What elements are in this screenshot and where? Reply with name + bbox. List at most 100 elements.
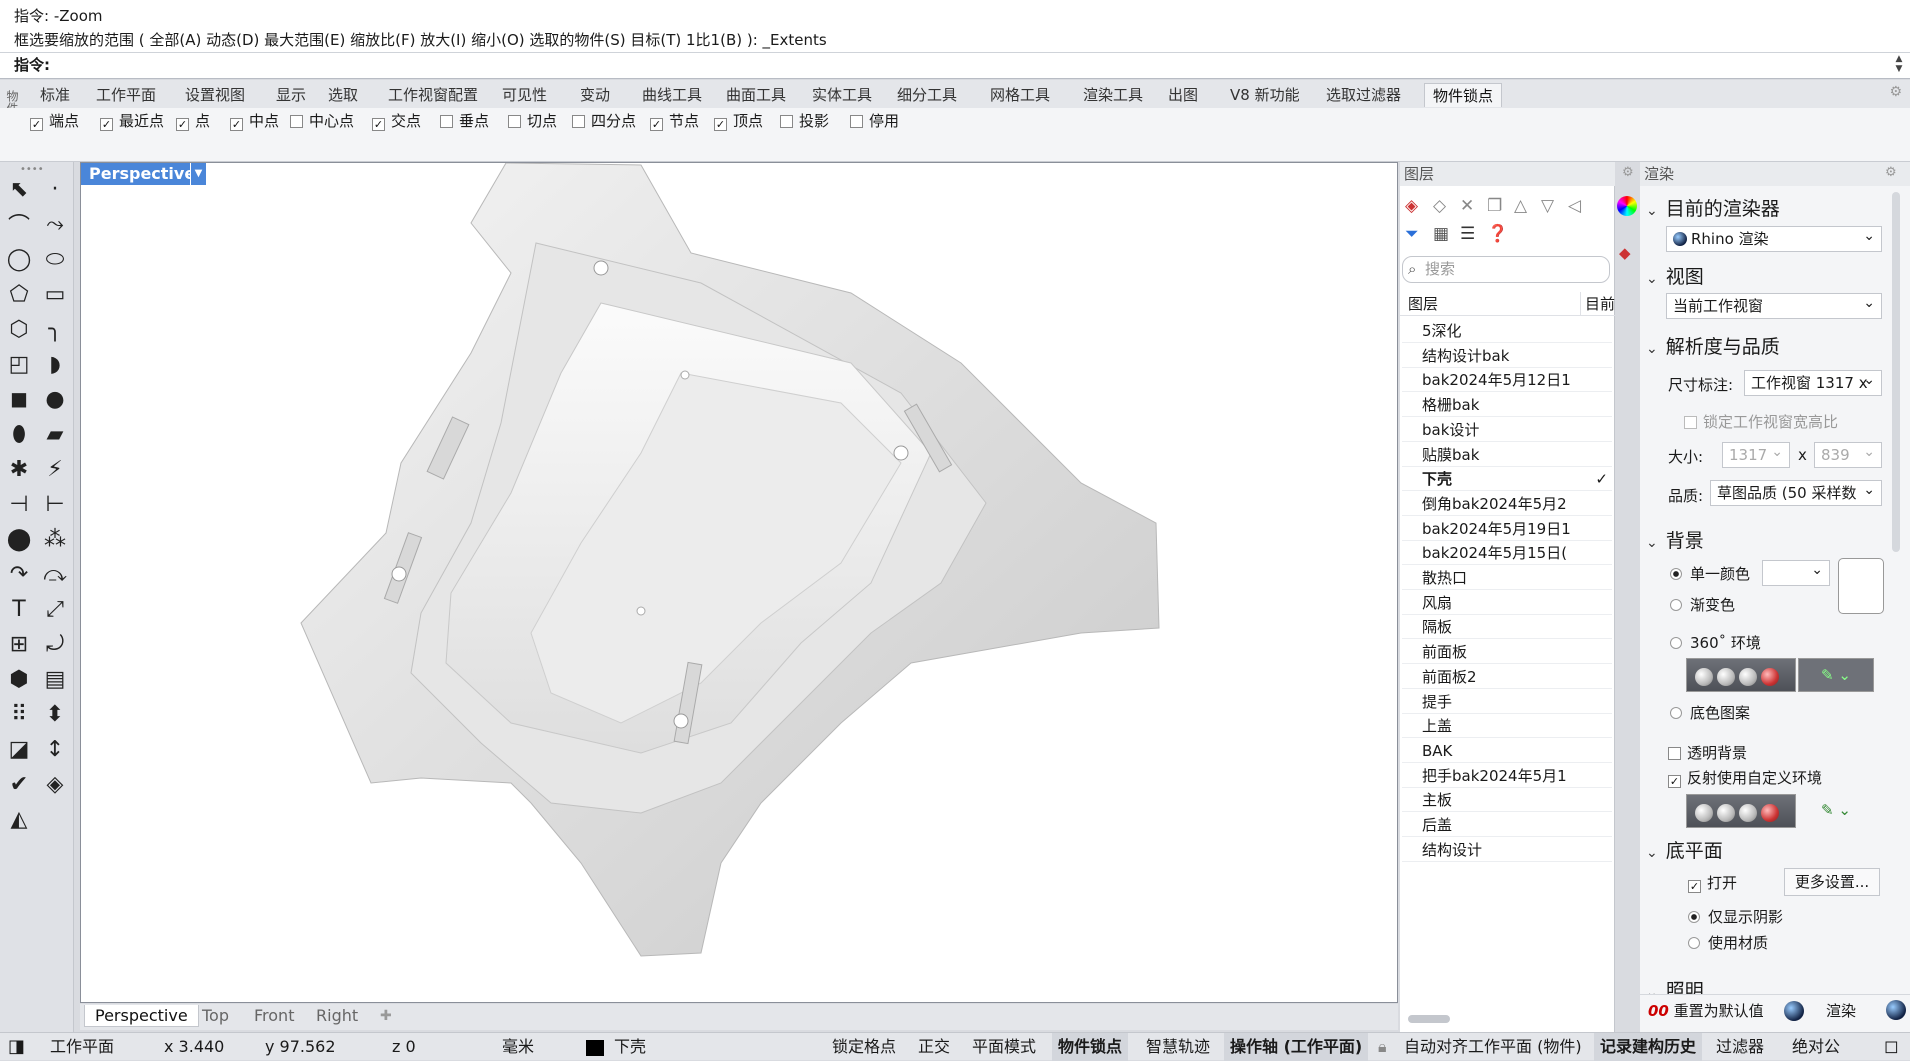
osnap-checkbox[interactable]: ✓ 交点: [372, 111, 421, 131]
status-grid-snap[interactable]: 锁定格点: [832, 1033, 896, 1061]
view-select[interactable]: 当前工作视窗: [1666, 293, 1882, 319]
polygon-icon[interactable]: ⬠: [4, 279, 34, 309]
trim-icon[interactable]: ⊣: [4, 489, 34, 519]
new-sublayer-icon[interactable]: ◇: [1433, 196, 1446, 216]
toolbar-tab[interactable]: 设置视图: [177, 83, 253, 107]
layer-row[interactable]: 散热口: [1402, 566, 1612, 590]
status-unit[interactable]: 毫米: [502, 1033, 534, 1061]
status-cplane[interactable]: 工作平面: [50, 1033, 114, 1061]
layer-row[interactable]: 后盖: [1402, 813, 1612, 837]
layer-row[interactable]: bak2024年5月15日(: [1402, 541, 1612, 566]
new-layer-icon[interactable]: ◈: [1405, 196, 1418, 216]
osnap-checkbox[interactable]: ✓ 中点: [230, 111, 279, 131]
layer-row[interactable]: bak设计: [1402, 418, 1612, 442]
lock-ratio-checkbox[interactable]: 锁定工作视窗宽高比: [1684, 411, 1838, 432]
copy-icon[interactable]: ❐: [1487, 196, 1502, 216]
layer-color-swatch[interactable]: [586, 1040, 604, 1056]
delete-icon[interactable]: ✕: [1460, 196, 1474, 216]
polyline-icon[interactable]: ⌒: [4, 209, 34, 239]
toolbar-tab[interactable]: 标准: [32, 83, 78, 107]
hatch-icon[interactable]: ▤: [40, 664, 70, 694]
sphere-icon[interactable]: ●: [40, 384, 70, 414]
horizontal-scrollbar[interactable]: [1408, 1015, 1450, 1023]
render-icon[interactable]: ◭: [4, 804, 34, 834]
point-icon[interactable]: ·: [40, 174, 70, 204]
bg-color-select[interactable]: [1762, 560, 1830, 586]
toolbar-tab[interactable]: 出图: [1160, 83, 1206, 107]
section-resolution[interactable]: 解析度与品质: [1646, 332, 1780, 359]
move-up-icon[interactable]: △: [1514, 196, 1527, 216]
layer-row[interactable]: BAK: [1402, 739, 1612, 763]
toolbar-tab[interactable]: 实体工具: [804, 83, 880, 107]
render-button[interactable]: 渲染: [1784, 998, 1884, 1026]
status-filter[interactable]: 过滤器: [1716, 1033, 1764, 1061]
status-autocplane[interactable]: 自动对齐工作平面 (物件): [1404, 1033, 1582, 1061]
osnap-checkbox[interactable]: 切点: [508, 111, 557, 131]
gear-icon[interactable]: ⚙: [1885, 165, 1897, 180]
gear-icon[interactable]: ⚙: [1889, 84, 1902, 100]
split-icon[interactable]: ⚡: [40, 454, 70, 484]
add-viewport-icon[interactable]: ✚: [380, 1008, 392, 1024]
viewport-tab[interactable]: Right: [306, 1005, 368, 1027]
cplane-icon[interactable]: ◨: [8, 1033, 25, 1061]
col-name-header[interactable]: 图层: [1408, 292, 1438, 316]
layer-row[interactable]: bak2024年5月19日1: [1402, 517, 1612, 541]
osnap-checkbox[interactable]: ✓ 顶点: [714, 111, 763, 131]
layer-row[interactable]: 上盖: [1402, 714, 1612, 739]
status-osnap[interactable]: 物件锁点: [1052, 1033, 1129, 1061]
gumball-icon[interactable]: ⬍: [40, 699, 70, 729]
osnap-checkbox[interactable]: ✓ 最近点: [100, 111, 164, 131]
bg-color-swatch[interactable]: [1838, 558, 1884, 614]
grid-array-icon[interactable]: ⠿: [4, 699, 34, 729]
hexagon-icon[interactable]: ⬡: [4, 314, 34, 344]
section-background[interactable]: 背景: [1646, 526, 1704, 553]
bend-icon[interactable]: ◪: [4, 734, 34, 764]
toolbar-tab[interactable]: 曲线工具: [634, 83, 710, 107]
flow-icon[interactable]: ⤾: [40, 629, 70, 659]
status-history[interactable]: 记录建构历史: [1594, 1033, 1703, 1061]
toolbar-tab[interactable]: 渲染工具: [1075, 83, 1151, 107]
fillet-icon[interactable]: ╮: [40, 314, 70, 344]
material-icon[interactable]: ◆: [1619, 244, 1631, 262]
shadow-only-radio[interactable]: 仅显示阴影: [1688, 906, 1783, 927]
toolbar-tab[interactable]: V8 新功能: [1222, 83, 1308, 107]
bg-option-radio[interactable]: 单一颜色: [1670, 563, 1750, 584]
toolbar-tab[interactable]: 选取过滤器: [1318, 83, 1409, 107]
viewport-perspective[interactable]: [80, 162, 1398, 1003]
toolbar-tab[interactable]: 物件锁点: [1424, 83, 1503, 107]
reflection-checkbox[interactable]: ✓ 反射使用自定义环境: [1668, 767, 1822, 788]
osnap-checkbox[interactable]: ✓ 节点: [650, 111, 699, 131]
edit-environment-icon[interactable]: ✎ ⌄: [1798, 658, 1874, 692]
bg-option-radio[interactable]: 底色图案: [1670, 702, 1750, 723]
cylinder-icon[interactable]: ⬮: [4, 419, 34, 449]
block-icon[interactable]: ⬢: [4, 664, 34, 694]
toolbar-tab[interactable]: 工作视窗配置: [380, 83, 486, 107]
layer-row[interactable]: 提手: [1402, 690, 1612, 714]
check-icon[interactable]: ✔: [4, 769, 34, 799]
window-icon[interactable]: ◻: [1884, 1033, 1899, 1061]
viewport-title[interactable]: Perspective: [81, 163, 204, 185]
help-icon[interactable]: ❓: [1487, 224, 1508, 244]
layer-row[interactable]: 格栅bak: [1402, 393, 1612, 418]
toolbar-tab[interactable]: 工作平面: [88, 83, 164, 107]
layer-row[interactable]: 把手bak2024年5月1: [1402, 764, 1612, 788]
width-input[interactable]: 1317: [1722, 442, 1790, 468]
section-lighting[interactable]: 照明: [1646, 976, 1704, 996]
toolbar-tab[interactable]: 细分工具: [889, 83, 965, 107]
reset-default-button[interactable]: 00 重置为默认值: [1648, 1000, 1764, 1021]
viewport-tab[interactable]: Top: [192, 1005, 239, 1027]
extend-icon[interactable]: ⊢: [40, 489, 70, 519]
command-scroll-arrows[interactable]: ▲ ▼: [1892, 54, 1906, 76]
status-absolute[interactable]: 绝对公: [1792, 1033, 1852, 1061]
section-ground-plane[interactable]: 底平面: [1646, 836, 1723, 863]
box-icon[interactable]: ◼: [4, 384, 34, 414]
layer-row[interactable]: 风扇: [1402, 591, 1612, 615]
arc-icon[interactable]: ↷: [4, 559, 34, 589]
layer-row[interactable]: 结构设计bak: [1402, 344, 1612, 368]
vertical-scrollbar[interactable]: [1892, 192, 1900, 552]
more-settings-button[interactable]: 更多设置...: [1784, 868, 1880, 896]
height-input[interactable]: 839: [1814, 442, 1882, 468]
boolean-icon[interactable]: ⬤: [4, 524, 34, 554]
ellipse-icon[interactable]: ⬭: [40, 244, 70, 274]
text-icon[interactable]: T: [4, 594, 34, 624]
